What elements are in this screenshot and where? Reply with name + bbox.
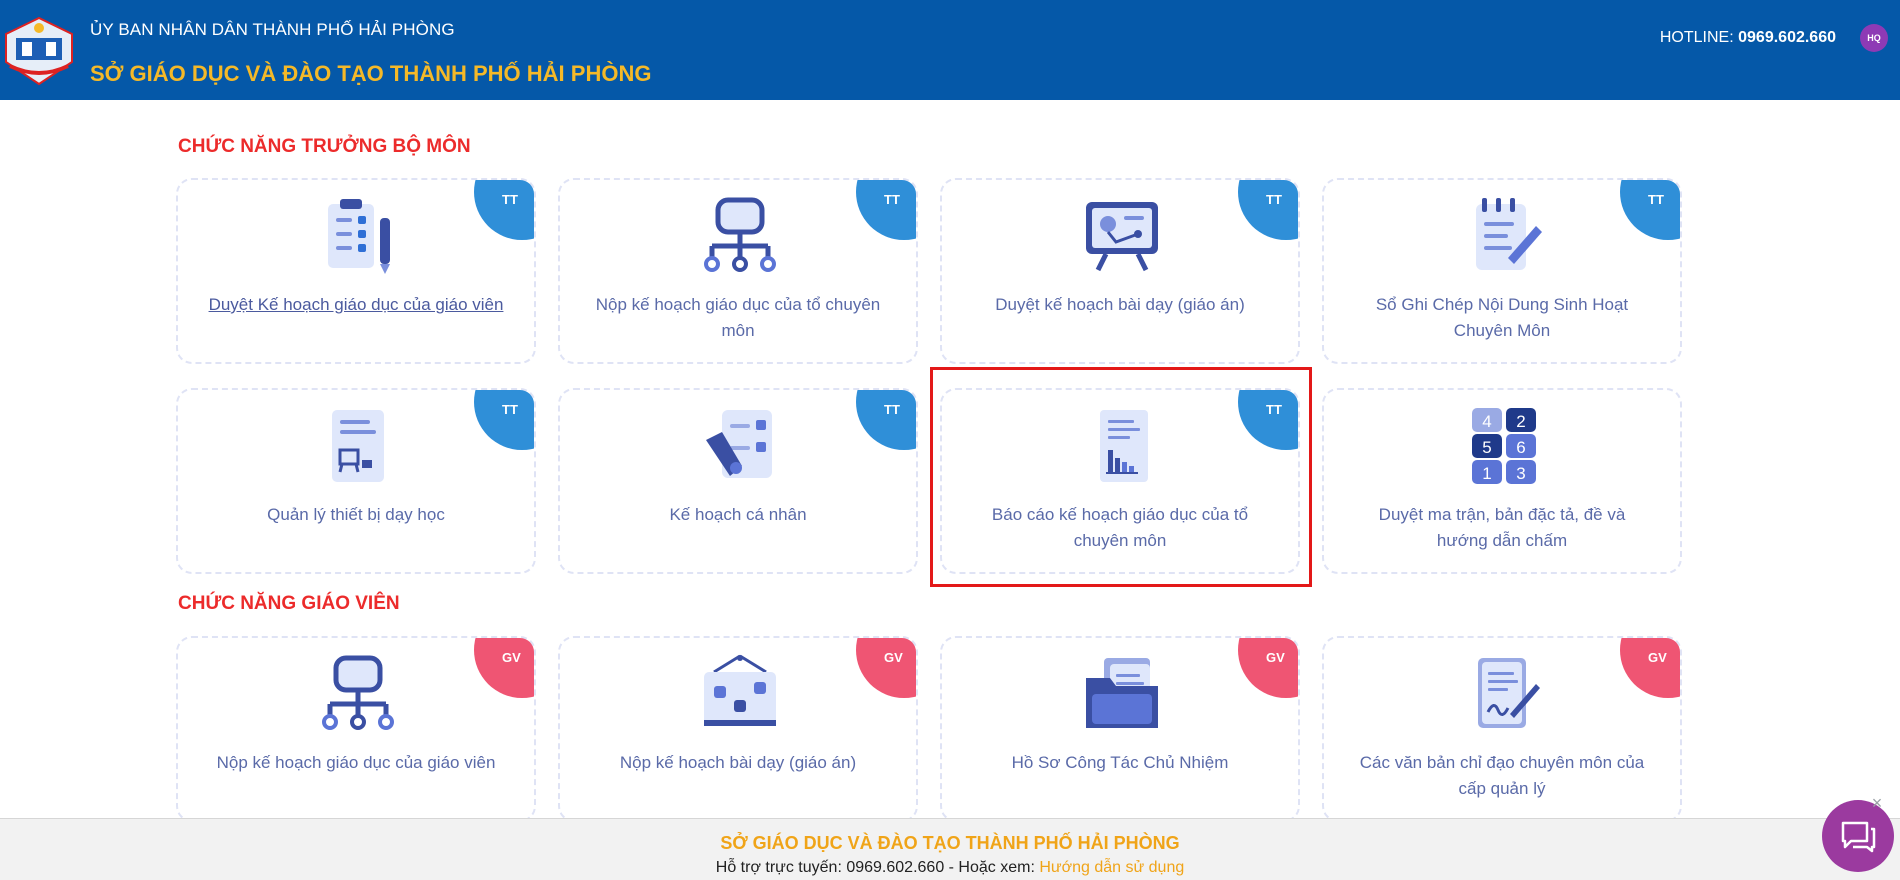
matrix-number: 6 bbox=[1516, 438, 1525, 457]
card-approve-test-matrix[interactable]: 4 2 5 6 1 3 Duyệt ma trận, bản đặc tả, đ… bbox=[1322, 388, 1682, 574]
matrix-number: 4 bbox=[1482, 412, 1491, 431]
tag-badge: GV bbox=[1238, 638, 1298, 698]
card-approve-lesson-plan[interactable]: TT Duyệt kế hoạch bài dạy (giáo án) bbox=[940, 178, 1300, 364]
card-submit-teacher-plan[interactable]: GV Nộp kế hoạch giáo dục của giáo viên bbox=[176, 636, 536, 822]
section-title-teacher: CHỨC NĂNG GIÁO VIÊN bbox=[178, 593, 400, 614]
card-label: Sổ Ghi Chép Nội Dung Sinh Hoạt Chuyên Mô… bbox=[1375, 295, 1629, 340]
org-name: ỦY BAN NHÂN DÂN THÀNH PHỐ HẢI PHÒNG bbox=[90, 20, 455, 39]
tag-badge: GV bbox=[856, 638, 916, 698]
card-label: Duyệt kế hoạch bài dạy (giáo án) bbox=[995, 295, 1245, 314]
close-icon[interactable]: × bbox=[1868, 794, 1886, 812]
equipment-doc-icon bbox=[332, 410, 384, 482]
footer: SỞ GIÁO DỤC VÀ ĐÀO TẠO THÀNH PHỐ HẢI PHÒ… bbox=[0, 818, 1900, 880]
hotline-number: 0969.602.660 bbox=[1738, 29, 1836, 46]
folder-icon bbox=[1086, 658, 1158, 728]
card-label: Quản lý thiết bị dạy học bbox=[267, 505, 445, 524]
tag-badge: TT bbox=[474, 180, 534, 240]
tag-badge: TT bbox=[474, 390, 534, 450]
user-guide-link[interactable]: Hướng dẫn sử dụng bbox=[1039, 859, 1184, 876]
card-submit-lesson-plan[interactable]: GV Nộp kế hoạch bài dạy (giáo án) bbox=[558, 636, 918, 822]
matrix-number: 5 bbox=[1482, 438, 1491, 457]
tag-badge: GV bbox=[474, 638, 534, 698]
card-label: Nộp kế hoạch giáo dục của tổ chuyên môn bbox=[595, 295, 881, 340]
presentation-icon bbox=[1086, 202, 1158, 272]
matrix-number: 1 bbox=[1482, 464, 1491, 483]
tag-badge: TT bbox=[1620, 180, 1680, 240]
number-matrix-icon: 4 2 5 6 1 3 bbox=[1472, 408, 1536, 484]
footer-support: Hỗ trợ trực tuyến: 0969.602.660 - Hoặc x… bbox=[0, 859, 1900, 877]
lesson-board-icon bbox=[704, 654, 776, 726]
org-chart-icon bbox=[704, 197, 776, 272]
section-title-head-of-dept: CHỨC NĂNG TRƯỞNG BỘ MÔN bbox=[178, 136, 471, 157]
chat-icon bbox=[1841, 821, 1876, 853]
top-header: ỦY BAN NHÂN DÂN THÀNH PHỐ HẢI PHÒNG SỞ G… bbox=[0, 0, 1900, 100]
footer-title: SỞ GIÁO DỤC VÀ ĐÀO TẠO THÀNH PHỐ HẢI PHÒ… bbox=[720, 833, 1180, 853]
card-professional-activity-notebook[interactable]: TT Sổ Ghi Chép Nội Dung Sinh Hoạt Chuyên… bbox=[1322, 178, 1682, 364]
highlight-box bbox=[930, 367, 1312, 587]
tag-badge: TT bbox=[1238, 180, 1298, 240]
card-directive-documents[interactable]: GV Các văn bản chỉ đạo chuyên môn của cấ… bbox=[1322, 636, 1682, 822]
tag-badge: TT bbox=[856, 390, 916, 450]
card-teaching-equipment[interactable]: TT Quản lý thiết bị dạy học bbox=[176, 388, 536, 574]
tag-badge: GV bbox=[1620, 638, 1680, 698]
tag-badge: TT bbox=[856, 180, 916, 240]
card-label: Kế hoạch cá nhân bbox=[669, 505, 807, 524]
signed-doc-icon bbox=[1478, 658, 1540, 728]
card-label: Hồ Sơ Công Tác Chủ Nhiệm bbox=[1011, 753, 1229, 772]
notebook-icon bbox=[1476, 198, 1542, 270]
card-label: Duyệt ma trận, bản đặc tả, đề và hướng d… bbox=[1378, 505, 1626, 550]
card-submit-dept-plan[interactable]: TT Nộp kế hoạch giáo dục của tổ chuyên m… bbox=[558, 178, 918, 364]
card-label: Nộp kế hoạch bài dạy (giáo án) bbox=[619, 753, 857, 772]
org-chart-icon bbox=[322, 655, 394, 730]
support-text: Hỗ trợ trực tuyến: 0969.602.660 - Hoặc x… bbox=[715, 859, 1040, 876]
department-logo[interactable] bbox=[2, 14, 76, 88]
hotline-label: HOTLINE: bbox=[1659, 29, 1734, 46]
matrix-number: 2 bbox=[1516, 412, 1525, 431]
card-approve-teacher-plan[interactable]: TT Duyệt Kế hoạch giáo dục của giáo viên bbox=[176, 178, 536, 364]
card-label[interactable]: Duyệt Kế hoạch giáo dục của giáo viên bbox=[208, 292, 504, 318]
card-label: Các văn bản chỉ đạo chuyên môn của cấp q… bbox=[1359, 753, 1645, 798]
card-homeroom-records[interactable]: GV Hồ Sơ Công Tác Chủ Nhiệm bbox=[940, 636, 1300, 822]
user-avatar[interactable]: HQ bbox=[1860, 24, 1888, 52]
card-personal-plan[interactable]: TT Kế hoạch cá nhân bbox=[558, 388, 918, 574]
hotline: HOTLINE: 0969.602.660 bbox=[1660, 29, 1836, 47]
card-label: Nộp kế hoạch giáo dục của giáo viên bbox=[216, 753, 496, 772]
department-name: SỞ GIÁO DỤC VÀ ĐÀO TẠO THÀNH PHỐ HẢI PHÒ… bbox=[90, 61, 652, 86]
personal-plan-icon bbox=[706, 410, 772, 478]
matrix-number: 3 bbox=[1516, 464, 1525, 483]
checklist-icon bbox=[328, 199, 390, 274]
